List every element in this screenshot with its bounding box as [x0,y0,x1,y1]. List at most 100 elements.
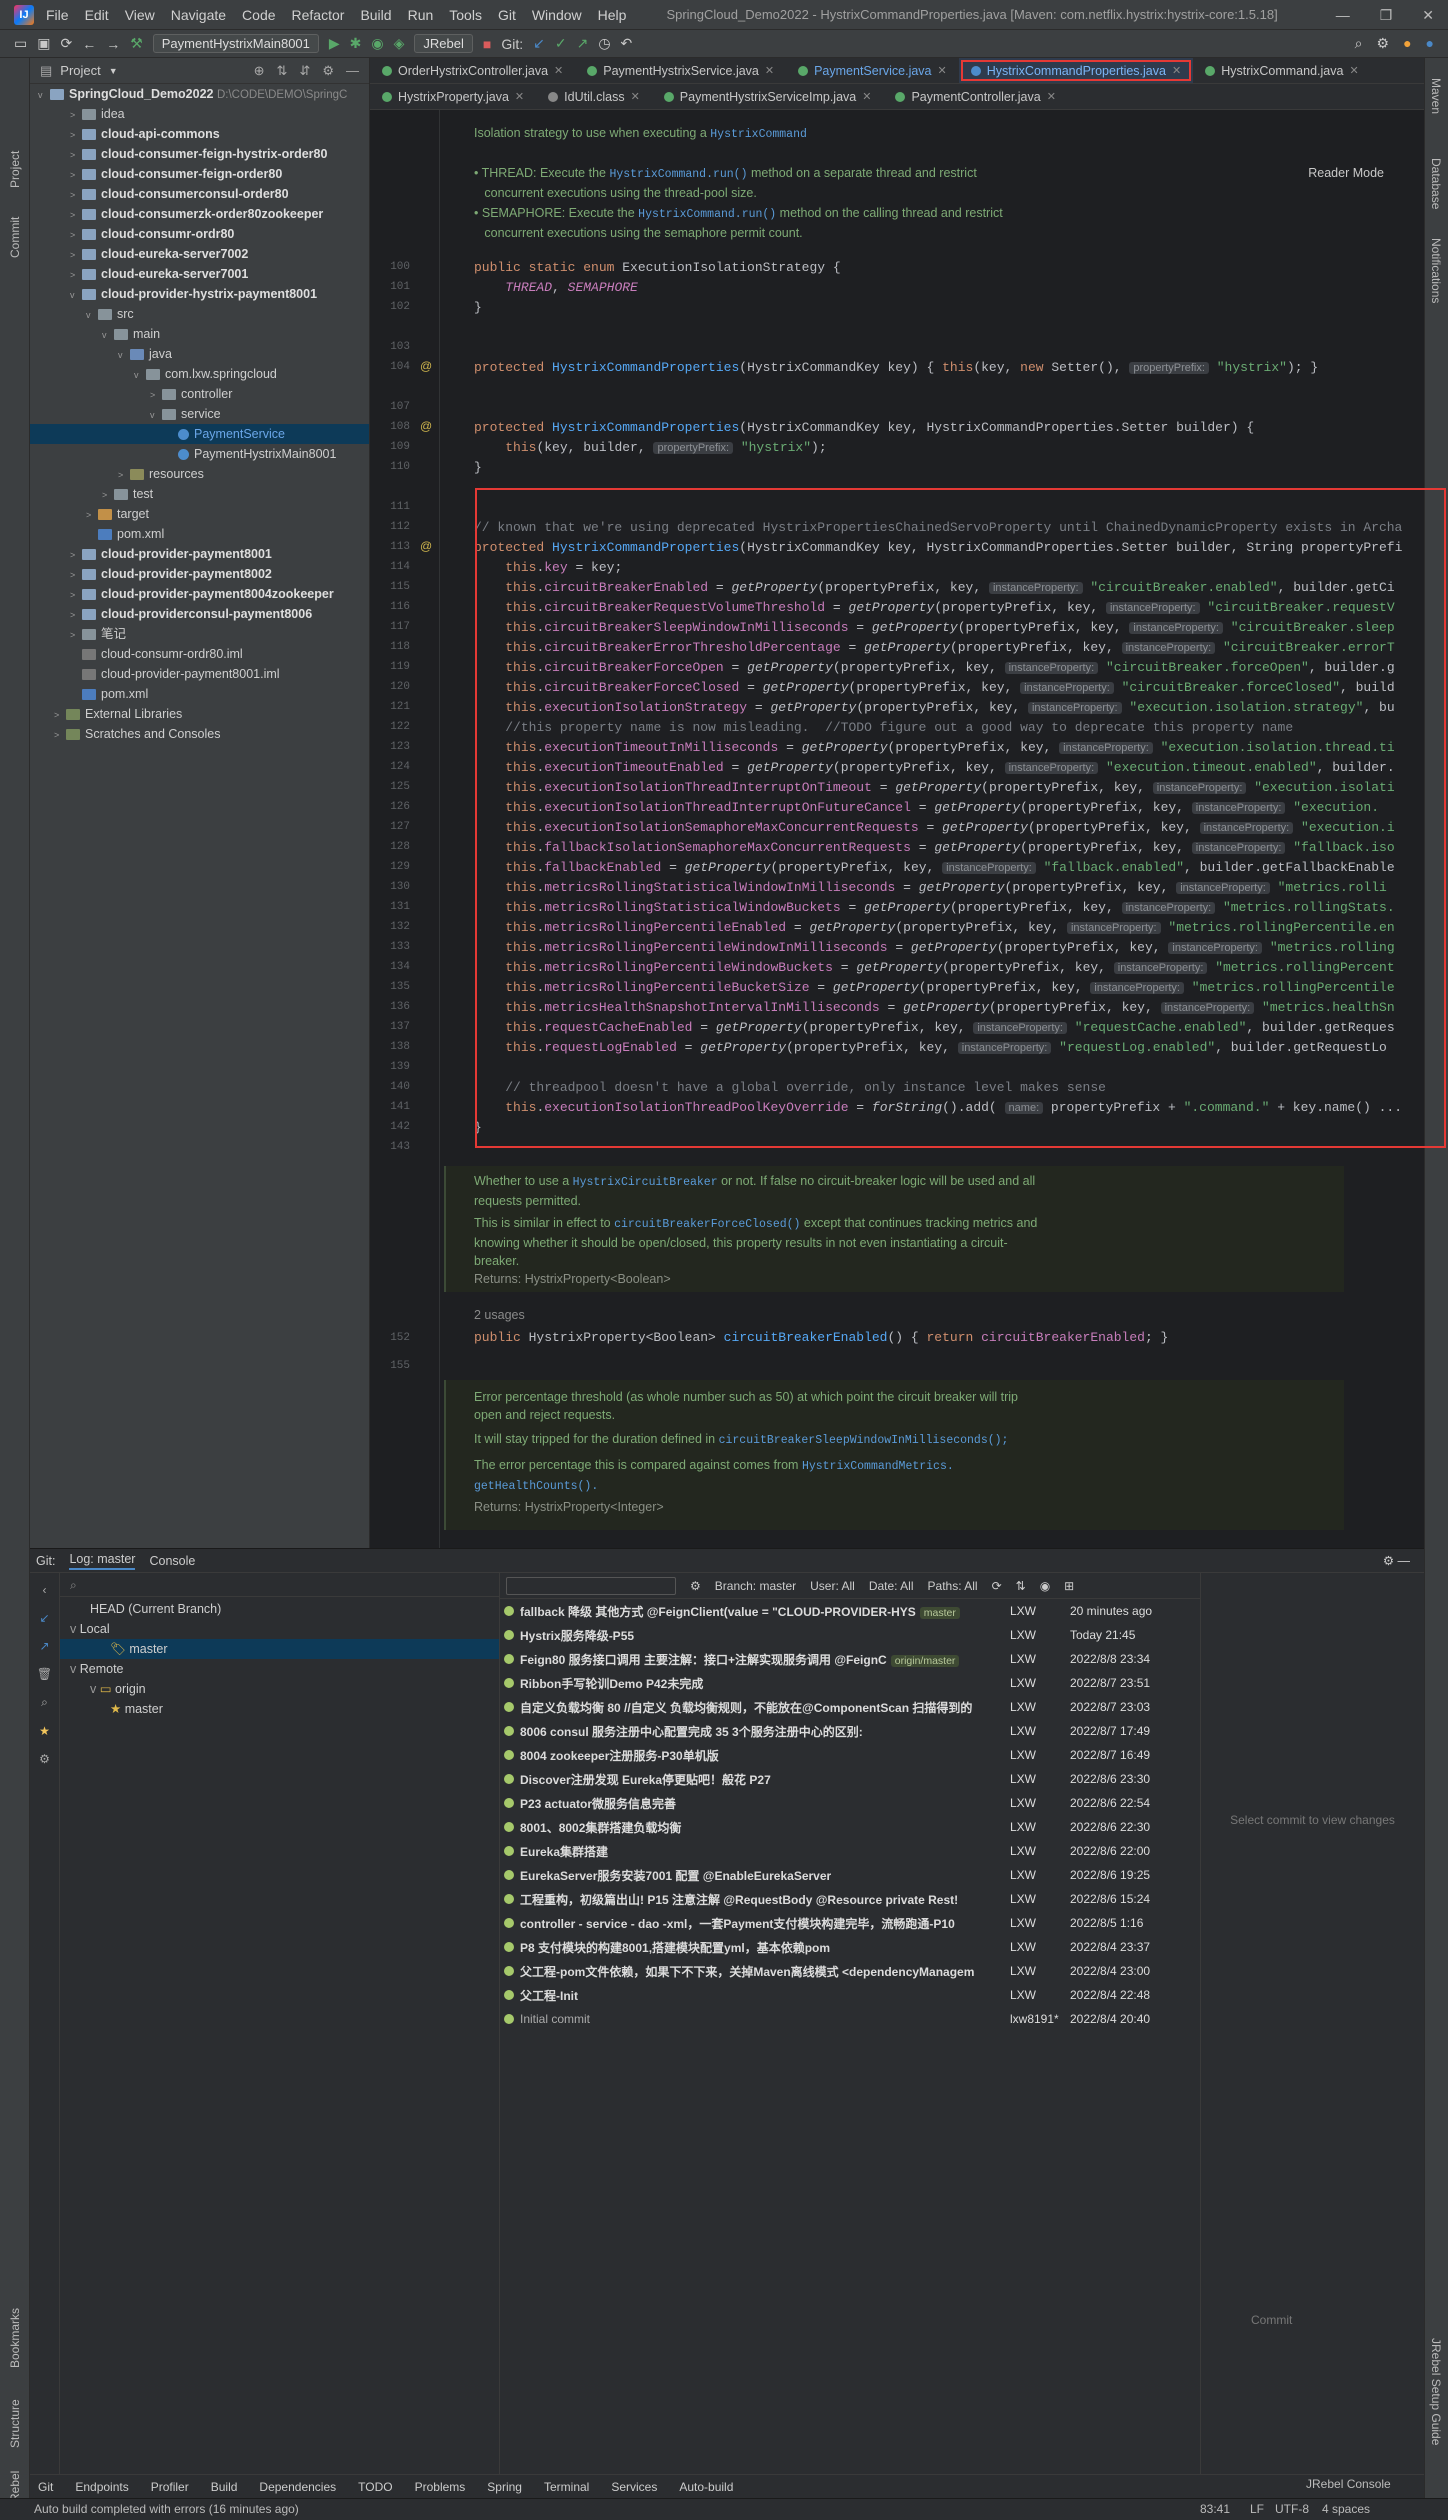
line-separator[interactable]: LF [1250,2502,1264,2516]
close-tab-icon[interactable]: ✕ [938,64,947,77]
bookmarks-tool-label[interactable]: Bookmarks [8,2308,22,2368]
branch-item[interactable]: v ▭ origin [60,1679,499,1699]
commit-row[interactable]: 8001、8002集群搭建负载均衡 LXW 2022/8/6 22:30 [500,1815,1200,1839]
tree-item[interactable]: PaymentService [30,424,369,444]
commit-row[interactable]: Discover注册发现 Eureka停更贴吧！般花 P27 LXW 2022/8/… [500,1767,1200,1791]
close-tab-icon[interactable]: ✕ [765,64,774,77]
tree-item[interactable]: > test [30,484,369,504]
git-rollback-icon[interactable]: ↶ [621,35,633,52]
tool-todo[interactable]: TODO [358,2480,392,2494]
tool-build[interactable]: Build [211,2480,238,2494]
branch-item[interactable]: v Remote [60,1659,499,1679]
expand-arrow-icon[interactable]: > [70,265,82,285]
tree-item[interactable]: pom.xml [30,524,369,544]
settings-icon[interactable]: ⚙ [39,1752,50,1766]
graph-icon[interactable]: ⊞ [1064,1579,1074,1593]
save-icon[interactable]: ▣ [37,35,50,52]
log-search-input[interactable] [506,1576,676,1595]
close-tab-icon[interactable]: ✕ [515,90,524,103]
override-marker-icon[interactable]: @ [420,359,432,373]
expand-arrow-icon[interactable]: v [118,345,130,365]
git-update-icon[interactable]: ↙ [533,35,545,52]
close-tab-icon[interactable]: ✕ [862,90,871,103]
run-config-combo[interactable]: PaymentHystrixMain8001 [152,34,319,53]
expand-arrow-icon[interactable]: > [70,185,82,205]
branch-item[interactable]: ★ master [60,1699,499,1719]
expand-arrow-icon[interactable]: v [86,305,98,325]
editor-tab[interactable]: HystrixProperty.java ✕ [370,84,536,109]
tree-item[interactable]: v src [30,304,369,324]
commit-row[interactable]: Hystrix服务降级-P55 LXW Today 21:45 [500,1623,1200,1647]
push-icon[interactable]: ↗ [39,1639,49,1653]
expand-arrow-icon[interactable]: > [70,565,82,585]
tree-item[interactable]: > cloud-provider-payment8001 [30,544,369,564]
coverage-icon[interactable]: ◉ [371,35,383,52]
close-tab-icon[interactable]: ✕ [1349,64,1358,77]
commit-tool-label[interactable]: Commit [8,217,22,258]
gear-icon[interactable]: ⚙ — [1383,1553,1410,1568]
override-marker-icon[interactable]: @ [420,539,432,553]
tree-item[interactable]: > cloud-eureka-server7002 [30,244,369,264]
commit-row[interactable]: P8 支付模块的构建8001,搭建模块配置yml，基本依赖pom LXW 2022/… [500,1935,1200,1959]
expand-arrow-icon[interactable]: > [70,105,82,125]
maven-tool-label[interactable]: Maven [1429,78,1443,114]
close-tab-icon[interactable]: ✕ [1172,64,1181,77]
tool-auto-build[interactable]: Auto-build [679,2480,733,2494]
expand-arrow-icon[interactable]: v [70,285,82,305]
tree-item[interactable]: v cloud-provider-hystrix-payment8001 [30,284,369,304]
tree-item[interactable]: > cloud-api-commons [30,124,369,144]
tree-item[interactable]: > cloud-provider-payment8002 [30,564,369,584]
close-icon[interactable]: ✕ [1422,7,1434,24]
tree-item[interactable]: > Scratches and Consoles [30,724,369,744]
branch-search-input[interactable]: ⌕ [60,1573,499,1597]
expand-arrow-icon[interactable]: > [54,725,66,745]
search-everywhere-icon[interactable]: ⌕ [1355,35,1363,52]
commit-row[interactable]: Ribbon手写轮训Demo P42未完成 LXW 2022/8/7 23:51 [500,1671,1200,1695]
close-tab-icon[interactable]: ✕ [1047,90,1056,103]
reader-mode-toggle[interactable]: Reader Mode [1308,166,1384,180]
expand-arrow-icon[interactable]: > [70,585,82,605]
search-icon[interactable]: ⌕ [41,1695,48,1710]
tree-item[interactable]: cloud-consumr-ordr80.iml [30,644,369,664]
tree-item[interactable]: v com.lxw.springcloud [30,364,369,384]
close-tab-icon[interactable]: ✕ [554,64,563,77]
tree-item[interactable]: > External Libraries [30,704,369,724]
paths-filter[interactable]: Paths: All [928,1579,978,1593]
menu-tools[interactable]: Tools [449,7,482,23]
editor-tab[interactable]: OrderHystrixController.java ✕ [370,58,575,83]
tool-problems[interactable]: Problems [415,2480,466,2494]
delete-icon[interactable]: 🗑 [37,1667,52,1681]
commit-row[interactable]: 8004 zookeeper注册服务-P30单机版 LXW 2022/8/7 16:… [500,1743,1200,1767]
user-filter[interactable]: User: All [810,1579,855,1593]
gear-icon[interactable]: ⚙ [322,63,334,79]
menu-build[interactable]: Build [360,7,391,23]
jrebel-setup-guide-label[interactable]: JRebel Setup Guide [1429,2338,1443,2445]
refresh-icon[interactable]: ⟳ [992,1579,1002,1593]
branch-item[interactable]: v Local [60,1619,499,1639]
jrebel-console-button[interactable]: JRebel Console [1306,2477,1391,2491]
date-filter[interactable]: Date: All [869,1579,914,1593]
status-message[interactable]: Auto build completed with errors (16 min… [34,2502,299,2516]
menu-edit[interactable]: Edit [85,7,109,23]
expand-arrow-icon[interactable]: v [134,365,146,385]
tool-terminal[interactable]: Terminal [544,2480,589,2494]
update-icon[interactable]: ● [1403,35,1411,52]
expand-arrow-icon[interactable]: > [70,605,82,625]
run-icon[interactable]: ▶ [329,35,340,52]
eye-icon[interactable]: ◉ [1040,1579,1050,1593]
cherry-pick-icon[interactable]: ⇅ [1016,1579,1026,1593]
editor-tab[interactable]: PaymentHystrixServiceImp.java ✕ [652,84,884,109]
expand-arrow-icon[interactable]: v [70,1622,80,1636]
debug-icon[interactable]: ✱ [350,35,362,52]
commit-row[interactable]: 自定义负载均衡 80 //自定义 负载均衡规则，不能放在@ComponentSc… [500,1695,1200,1719]
stop-icon[interactable]: ■ [483,36,491,52]
commit-row[interactable]: P23 actuator微服务信息完善 LXW 2022/8/6 22:54 [500,1791,1200,1815]
tool-profiler[interactable]: Profiler [151,2480,189,2494]
commit-row[interactable]: 父工程-pom文件依赖，如果下不下来，关掉Maven离线模式 <dependen… [500,1959,1200,1983]
menu-view[interactable]: View [125,7,155,23]
tree-item[interactable]: PaymentHystrixMain8001 [30,444,369,464]
tree-item[interactable]: > cloud-eureka-server7001 [30,264,369,284]
close-tab-icon[interactable]: ✕ [631,90,640,103]
expand-arrow-icon[interactable]: > [70,545,82,565]
caret-position[interactable]: 83:41 [1200,2502,1230,2516]
